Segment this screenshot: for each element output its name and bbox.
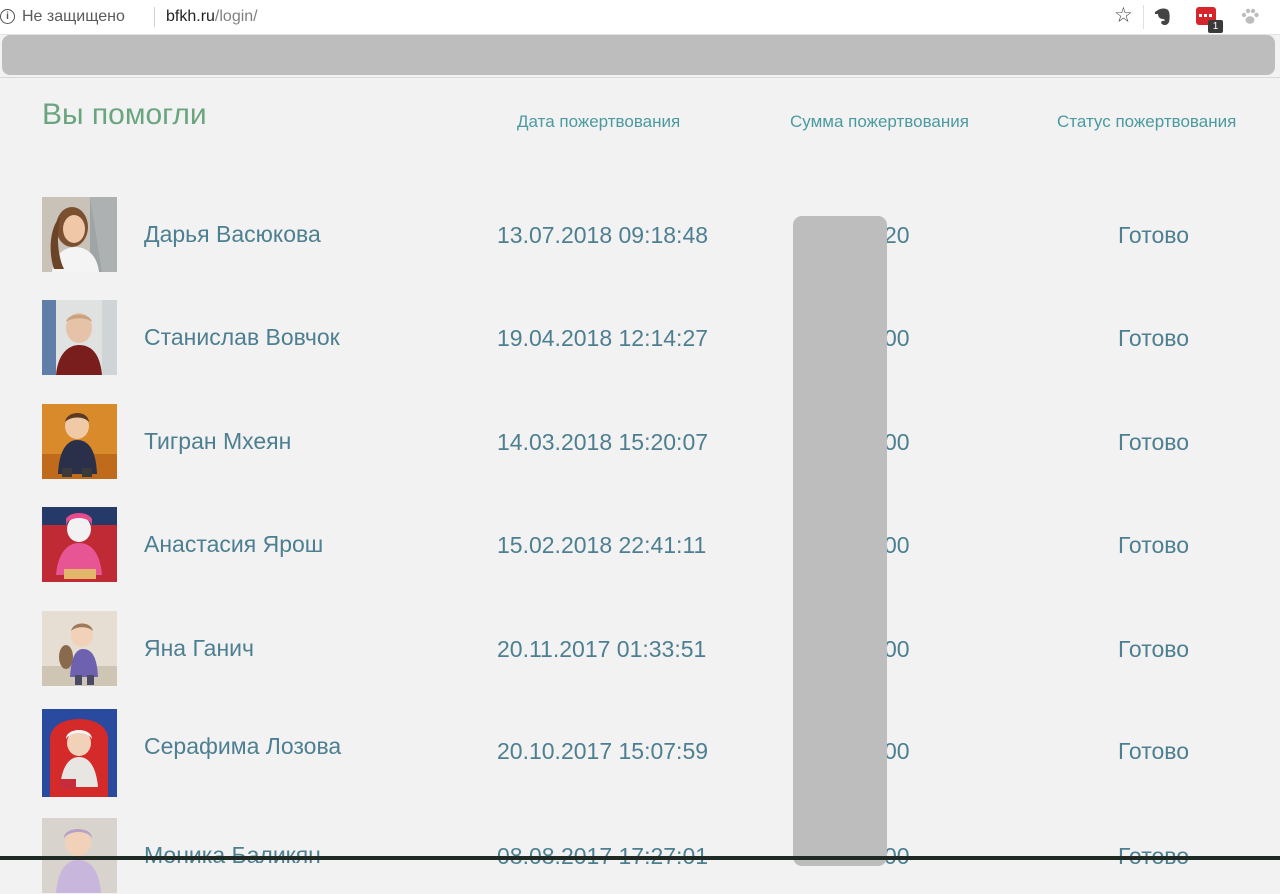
- child-photo[interactable]: [42, 507, 117, 582]
- donation-date: 14.03.2018 15:20:07: [497, 429, 709, 455]
- child-name[interactable]: Серафима Лозова: [144, 733, 341, 760]
- donation-row: Яна Ганич 20.11.2017 01:33:51 00 Готово: [0, 611, 1280, 687]
- browser-toolbar: i Не защищено bfkh.ru/login/ ☆ 1: [0, 0, 1280, 35]
- donation-date: 13.07.2018 09:18:48: [497, 222, 709, 248]
- bookmark-star-icon[interactable]: ☆: [1114, 4, 1133, 28]
- donation-amount: 00: [884, 532, 910, 558]
- donation-amount: 00: [884, 738, 910, 764]
- donation-row: Тигран Мхеян 14.03.2018 15:20:07 00 Гото…: [0, 404, 1280, 480]
- address-bar[interactable]: bfkh.ru/login/: [166, 8, 258, 26]
- donation-date: 20.10.2017 15:07:59: [497, 738, 709, 764]
- donation-date: 15.02.2018 22:41:11: [497, 532, 707, 558]
- donation-status: Готово: [1118, 325, 1190, 351]
- child-photo[interactable]: [42, 404, 117, 479]
- donation-row: Серафима Лозова 20.10.2017 15:07:59 00 Г…: [0, 709, 1280, 797]
- donation-amount: 00: [884, 325, 910, 351]
- child-name[interactable]: Станислав Вовчок: [144, 324, 340, 351]
- child-name[interactable]: Анастасия Ярош: [144, 531, 323, 558]
- url-divider: [154, 7, 155, 27]
- donation-date: 20.11.2017 01:33:51: [497, 636, 707, 662]
- donation-amount: 00: [884, 636, 910, 662]
- donation-date: 19.04.2018 12:14:27: [497, 325, 709, 351]
- child-photo[interactable]: [42, 197, 117, 272]
- child-photo[interactable]: [42, 709, 117, 797]
- child-photo[interactable]: [42, 300, 117, 375]
- extension-badge: 1: [1208, 20, 1223, 33]
- donation-amount: 20: [884, 222, 910, 248]
- child-name[interactable]: Дарья Васюкова: [144, 221, 321, 248]
- column-header-status: Статус пожертвования: [1057, 112, 1237, 131]
- page-title: Вы помогли: [42, 98, 207, 131]
- bottom-edge: [0, 856, 1280, 860]
- donation-status: Готово: [1118, 222, 1190, 248]
- donation-row: Станислав Вовчок 19.04.2018 12:14:27 00 …: [0, 300, 1280, 376]
- column-header-amount: Сумма пожертвования: [790, 112, 969, 131]
- donation-status: Готово: [1118, 636, 1190, 662]
- column-header-date: Дата пожертвования: [517, 112, 681, 131]
- donation-row: Анастасия Ярош 15.02.2018 22:41:11 00 Го…: [0, 507, 1280, 583]
- url-host: bfkh.ru: [166, 8, 215, 25]
- child-photo[interactable]: [42, 611, 117, 686]
- extension-divider: [1143, 5, 1144, 29]
- security-status[interactable]: Не защищено: [22, 8, 125, 26]
- evernote-extension-icon[interactable]: [1154, 7, 1172, 27]
- child-name[interactable]: Тигран Мхеян: [144, 428, 291, 455]
- donation-status: Готово: [1118, 738, 1190, 764]
- info-icon[interactable]: i: [0, 9, 15, 24]
- donation-row: Дарья Васюкова 13.07.2018 09:18:48 20 Го…: [0, 197, 1280, 273]
- content-divider: [0, 77, 1280, 78]
- amount-redaction: [793, 216, 887, 866]
- url-path: /login/: [214, 8, 258, 25]
- redacted-bookmarks-bar: [2, 35, 1275, 75]
- paw-extension-icon[interactable]: [1240, 6, 1260, 26]
- donation-status: Готово: [1118, 532, 1190, 558]
- donation-status: Готово: [1118, 429, 1190, 455]
- child-name[interactable]: Яна Ганич: [144, 635, 254, 662]
- donation-amount: 00: [884, 429, 910, 455]
